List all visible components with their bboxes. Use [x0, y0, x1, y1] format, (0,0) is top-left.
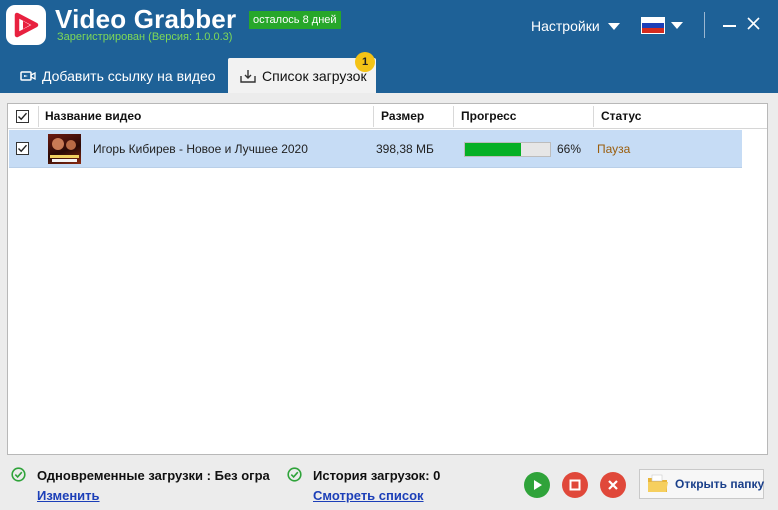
tab-downloads-label: Список загрузок	[262, 67, 367, 84]
video-camera-icon	[20, 70, 36, 81]
column-header-size[interactable]: Размер	[381, 104, 424, 129]
settings-menu[interactable]: Настройки	[531, 17, 620, 35]
download-tray-icon	[240, 69, 256, 83]
stop-button[interactable]	[562, 472, 588, 498]
open-folder-button[interactable]: Открыть папку	[639, 469, 764, 499]
chevron-down-icon	[607, 22, 620, 30]
settings-menu-label: Настройки	[531, 18, 600, 34]
row-size: 398,38 МБ	[376, 142, 434, 156]
header-divider	[453, 106, 454, 127]
row-checkbox[interactable]	[16, 142, 29, 155]
title-bar: Video Grabber осталось 8 дней Зарегистри…	[0, 0, 778, 93]
progress-bar-fill	[465, 143, 521, 156]
open-folder-label: Открыть папку	[675, 477, 765, 491]
concurrent-downloads-label: Одновременные загрузки : Без огра	[37, 468, 270, 483]
folder-icon	[648, 474, 668, 492]
flag-ru-icon	[641, 16, 665, 34]
minimize-icon[interactable]	[720, 16, 740, 34]
header-divider	[373, 106, 374, 127]
header-divider	[593, 106, 594, 127]
column-header-status[interactable]: Статус	[601, 104, 641, 129]
delete-x-icon	[608, 480, 618, 490]
video-thumbnail	[48, 134, 81, 164]
downloads-count-badge: 1	[355, 52, 375, 72]
tab-add-link-label: Добавить ссылку на видео	[42, 67, 216, 84]
title-divider	[704, 12, 705, 38]
downloads-list: Название видео Размер Прогресс Статус Иг…	[7, 103, 768, 455]
trial-badge: осталось 8 дней	[249, 11, 341, 29]
downloads-panel: Название видео Размер Прогресс Статус Иг…	[0, 93, 778, 510]
stop-icon	[569, 479, 581, 491]
progress-bar	[464, 142, 551, 157]
tab-downloads[interactable]: Список загрузок	[228, 58, 376, 93]
play-button[interactable]	[524, 472, 550, 498]
download-history-label: История загрузок: 0	[313, 468, 441, 483]
registration-status: Зарегистрирован (Версия: 1.0.0.3)	[57, 31, 233, 43]
view-history-link[interactable]: Смотреть список	[313, 488, 424, 503]
delete-button[interactable]	[600, 472, 626, 498]
row-title: Игорь Кибирев - Новое и Лучшее 2020	[93, 142, 308, 156]
select-all-checkbox[interactable]	[16, 110, 29, 123]
check-circle-icon	[11, 467, 26, 482]
header-divider	[38, 106, 39, 127]
list-header: Название видео Размер Прогресс Статус	[8, 104, 767, 129]
play-logo-icon	[6, 5, 46, 45]
check-circle-icon	[287, 467, 302, 482]
play-icon	[534, 480, 542, 490]
app-window: Video Grabber осталось 8 дней Зарегистри…	[0, 0, 778, 510]
chevron-down-icon	[671, 21, 683, 29]
tab-add-link[interactable]: Добавить ссылку на видео	[14, 58, 226, 93]
language-menu[interactable]	[641, 16, 683, 34]
close-icon[interactable]	[744, 14, 764, 34]
row-status: Пауза	[597, 142, 631, 156]
table-row[interactable]: Игорь Кибирев - Новое и Лучшее 2020 398,…	[9, 130, 742, 168]
column-header-progress[interactable]: Прогресс	[461, 104, 516, 129]
change-concurrent-link[interactable]: Изменить	[37, 488, 100, 503]
row-progress-label: 66%	[557, 142, 582, 156]
column-header-title[interactable]: Название видео	[45, 104, 141, 129]
